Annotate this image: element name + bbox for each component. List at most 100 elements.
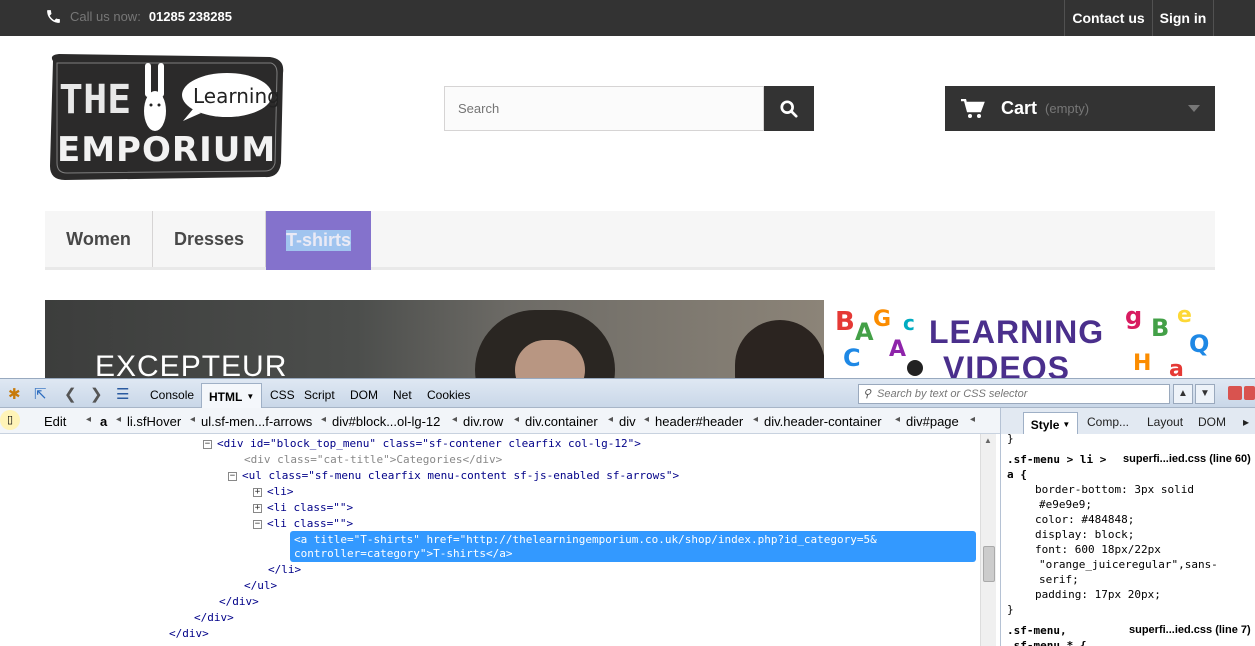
chevron-right-icon[interactable]: ▸	[1243, 415, 1249, 429]
cart-button[interactable]: Cart (empty)	[945, 86, 1215, 131]
html-node[interactable]: </div>	[219, 594, 259, 610]
main-menu: Women Dresses T-shirts	[45, 211, 1215, 270]
css-selector[interactable]: .sf-menu > li >	[1007, 452, 1106, 467]
inspect-element-icon[interactable]: ⇱	[34, 385, 47, 403]
command-line-icon[interactable]: ☰	[116, 385, 129, 403]
breadcrumb-arrow-icon: ◂	[452, 414, 458, 425]
tab-net[interactable]: Net	[393, 388, 412, 402]
html-node[interactable]: </ul>	[244, 578, 277, 594]
firebug-icon[interactable]: ✱	[8, 385, 21, 403]
html-node[interactable]: − <div id="block_top_menu" class="sf-cont…	[203, 436, 641, 452]
css-property-value[interactable]: "orange_juiceregular",sans-	[1039, 557, 1218, 572]
svg-text:A: A	[855, 318, 874, 346]
menu-item-tshirts[interactable]: T-shirts	[266, 211, 371, 270]
html-node[interactable]: − <ul class="sf-menu clearfix menu-conten…	[228, 468, 679, 484]
collapse-toggle-icon[interactable]: −	[228, 471, 237, 481]
contact-us-link[interactable]: Contact us	[1064, 0, 1152, 36]
html-node[interactable]: </li>	[268, 562, 301, 578]
chevron-up-icon[interactable]: ▲	[984, 436, 992, 445]
breadcrumb-item[interactable]: li.sfHover	[127, 414, 181, 429]
html-node[interactable]: </div>	[194, 610, 234, 626]
panel-toggle-icon[interactable]: ▯	[0, 410, 20, 430]
phone-prefix: Call us now:	[70, 9, 141, 24]
forward-arrow-icon[interactable]: ❯	[90, 385, 103, 403]
html-node-text: <div class="cat-title">Categories</div>	[244, 453, 503, 466]
tab-cookies[interactable]: Cookies	[427, 388, 470, 402]
tab-html-label: HTML	[209, 389, 243, 404]
phone-icon	[47, 10, 60, 23]
breadcrumb-arrow-icon: ◂	[514, 414, 520, 425]
chevron-down-icon	[1188, 105, 1200, 112]
html-node[interactable]: <div class="cat-title">Categories</div>	[244, 452, 502, 468]
back-arrow-icon[interactable]: ❮	[64, 385, 77, 403]
home-slider[interactable]: EXCEPTEUR	[45, 300, 824, 380]
html-node[interactable]: </div>	[169, 626, 209, 642]
tab-side-dom[interactable]: DOM	[1198, 415, 1226, 429]
css-source-link[interactable]: superfi...ied.css (line 60)	[1123, 452, 1251, 467]
scrollbar-thumb[interactable]	[983, 546, 995, 582]
svg-text:B: B	[835, 307, 855, 337]
css-property[interactable]: font: 600 18px/22px	[1035, 542, 1161, 557]
expand-toggle-icon[interactable]: +	[253, 503, 262, 513]
collapse-toggle-icon[interactable]: −	[203, 439, 212, 449]
tab-console[interactable]: Console	[150, 388, 194, 402]
breadcrumb-item[interactable]: div.header-container	[764, 414, 882, 429]
breadcrumb-item[interactable]: div.row	[463, 414, 503, 429]
css-selector[interactable]: .sf-menu,	[1007, 623, 1067, 638]
shopping-cart-icon	[961, 98, 985, 118]
css-source-link[interactable]: superfi...ied.css (line 7)	[1129, 623, 1251, 638]
edit-button[interactable]: Edit	[44, 414, 66, 429]
expand-toggle-icon[interactable]: +	[253, 487, 262, 497]
css-property-value[interactable]: #e9e9e9;	[1039, 497, 1092, 512]
breadcrumb-item[interactable]: div#block...ol-lg-12	[332, 414, 440, 429]
breadcrumb-arrow-icon: ◂	[321, 414, 327, 425]
scrollbar[interactable]: ▲	[980, 434, 996, 646]
sign-in-link[interactable]: Sign in	[1152, 0, 1214, 36]
tab-style-label: Style	[1030, 417, 1060, 432]
css-property[interactable]: border-bottom: 3px solid	[1035, 482, 1194, 497]
svg-text:a: a	[1169, 357, 1184, 380]
close-icon[interactable]	[1244, 386, 1255, 400]
breadcrumb-arrow-icon: ◂	[116, 414, 122, 425]
css-property[interactable]: color: #484848;	[1035, 512, 1134, 527]
minimize-icon[interactable]	[1228, 386, 1242, 400]
photo-figure	[735, 320, 824, 380]
breadcrumb-item[interactable]: ul.sf-men...f-arrows	[201, 414, 312, 429]
breadcrumb-item[interactable]: div#page	[906, 414, 959, 429]
tab-css[interactable]: CSS	[270, 388, 295, 402]
html-node-text: <ul class="sf-menu clearfix menu-content…	[242, 469, 680, 482]
tab-script[interactable]: Script	[304, 388, 335, 402]
tab-dom[interactable]: DOM	[350, 388, 378, 402]
html-node[interactable]: − <li class="">	[253, 516, 353, 532]
breadcrumb-item[interactable]: div	[619, 414, 636, 429]
tab-computed[interactable]: Comp...	[1087, 415, 1129, 429]
search-button[interactable]	[764, 86, 814, 131]
firebug-search-placeholder: Search by text or CSS selector	[877, 388, 1028, 400]
css-property[interactable]: display: block;	[1035, 527, 1134, 542]
svg-text:THE: THE	[59, 77, 131, 123]
tab-html[interactable]: HTML ▼	[201, 383, 262, 409]
breadcrumb-item[interactable]: header#header	[655, 414, 743, 429]
learning-videos-banner[interactable]: B A G C A c g B e Q H a LEARNING VIDEOS	[833, 300, 1215, 380]
chevron-down-icon[interactable]: ▼	[1195, 384, 1215, 404]
breadcrumb-item[interactable]: div.container	[525, 414, 598, 429]
tab-layout[interactable]: Layout	[1147, 415, 1183, 429]
breadcrumb-item[interactable]: a	[100, 414, 107, 429]
html-node-text: <li class="">	[267, 501, 354, 514]
html-node[interactable]: + <li>	[253, 484, 294, 500]
css-property-value[interactable]: serif;	[1039, 572, 1079, 587]
search-input[interactable]	[444, 86, 764, 131]
svg-text:A: A	[889, 337, 906, 362]
firebug-search-input[interactable]: ⚲ Search by text or CSS selector	[858, 384, 1170, 404]
collapse-toggle-icon[interactable]: −	[253, 519, 262, 529]
css-property[interactable]: padding: 17px 20px;	[1035, 587, 1161, 602]
site-logo[interactable]: THE EMPORIUM Learning	[45, 51, 287, 182]
menu-item-women[interactable]: Women	[45, 211, 153, 267]
menu-item-dresses[interactable]: Dresses	[153, 211, 266, 267]
cart-status: (empty)	[1045, 101, 1090, 116]
selected-html-node[interactable]: <a title="T-shirts" href="http://thelear…	[290, 531, 976, 562]
chevron-up-icon[interactable]: ▲	[1173, 384, 1193, 404]
css-selector-cont: a {	[1007, 468, 1027, 481]
tab-style[interactable]: Style ▼	[1023, 412, 1078, 436]
html-node[interactable]: + <li class="">	[253, 500, 353, 516]
